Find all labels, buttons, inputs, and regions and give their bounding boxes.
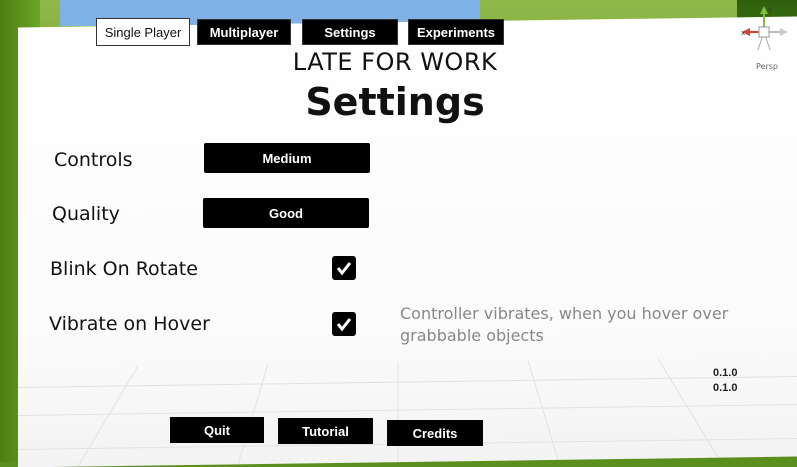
quit-button[interactable]: Quit — [170, 417, 264, 443]
version-label: 0.1.0 — [713, 367, 738, 379]
vibrate-on-hover-label: Vibrate on Hover — [49, 313, 210, 335]
controls-dropdown[interactable]: Medium — [204, 143, 370, 173]
page-title: Settings — [305, 80, 485, 124]
tab-settings[interactable]: Settings — [302, 19, 398, 45]
axis-y-label: y — [768, 6, 772, 14]
quality-dropdown[interactable]: Good — [203, 198, 369, 228]
quality-label: Quality — [52, 203, 120, 225]
vibrate-hint-text: Controller vibrates, when you hover over… — [400, 304, 729, 345]
checkmark-icon — [336, 262, 352, 276]
projection-label: Persp — [756, 62, 778, 71]
blink-on-rotate-label: Blink On Rotate — [50, 258, 198, 280]
controls-label: Controls — [54, 149, 133, 171]
blink-on-rotate-checkbox[interactable] — [332, 256, 356, 280]
tab-multiplayer[interactable]: Multiplayer — [197, 19, 291, 45]
game-title: LATE FOR WORK — [292, 48, 498, 76]
vibrate-on-hover-checkbox[interactable] — [332, 312, 356, 336]
floor-grid — [18, 357, 797, 467]
axis-x-label: x — [741, 29, 745, 37]
tab-single-player[interactable]: Single Player — [96, 18, 190, 46]
tab-experiments[interactable]: Experiments — [408, 19, 504, 45]
tutorial-button[interactable]: Tutorial — [278, 418, 373, 444]
credits-button[interactable]: Credits — [387, 420, 483, 446]
version-label: 0.1.0 — [713, 382, 738, 394]
checkmark-icon — [336, 318, 352, 332]
scene-gizmo-icon[interactable]: x y — [738, 4, 790, 64]
